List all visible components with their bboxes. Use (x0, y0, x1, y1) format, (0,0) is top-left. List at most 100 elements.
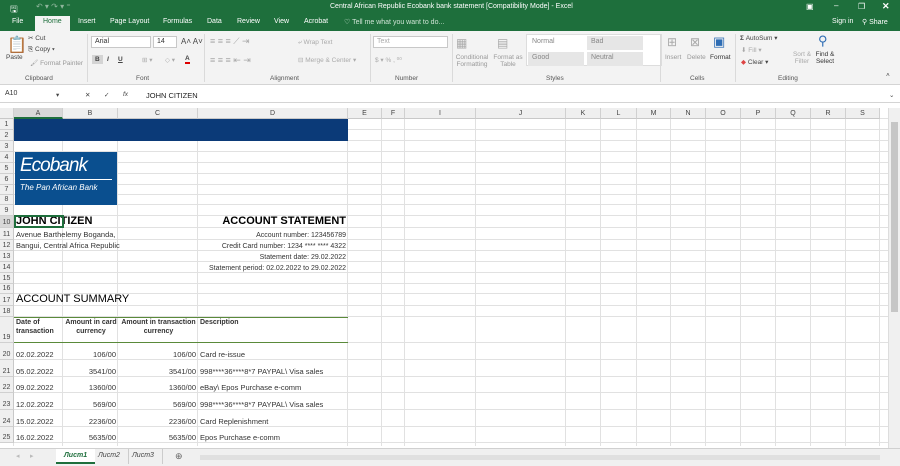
row-header-5[interactable]: 5 (0, 163, 14, 174)
row-header-11[interactable]: 11 (0, 228, 14, 240)
column-header-F[interactable]: F (382, 108, 405, 119)
add-sheet-button[interactable]: ⊕ (175, 451, 183, 462)
scrollbar-thumb[interactable] (891, 122, 898, 312)
row-header-8[interactable]: 8 (0, 195, 14, 205)
column-header-S[interactable]: S (846, 108, 880, 119)
column-header-Q[interactable]: Q (776, 108, 811, 119)
autosum-button[interactable]: Σ AutoSum ▾ (740, 34, 778, 42)
minimize-button[interactable]: – (834, 1, 838, 10)
sort-filter-button[interactable]: Sort & Filter (791, 51, 813, 65)
row-header-22[interactable]: 22 (0, 377, 14, 393)
fill-button[interactable]: ⬇ Fill ▾ (741, 46, 762, 54)
font-size-select[interactable]: 14 (153, 36, 177, 48)
sheet-scroll-right-icon[interactable]: ▸ (30, 452, 34, 460)
row-header-6[interactable]: 6 (0, 174, 14, 185)
column-header-C[interactable]: C (118, 108, 198, 119)
paste-icon[interactable]: 📋 (7, 35, 27, 55)
borders-icon[interactable]: ⊞ ▾ (142, 56, 153, 64)
row-header-17[interactable]: 17 (0, 294, 14, 306)
row-header-18[interactable]: 18 (0, 306, 14, 317)
row-header-13[interactable]: 13 (0, 251, 14, 262)
format-table-icon[interactable]: ▤ (497, 36, 508, 50)
align-top-icon[interactable]: ≡ ≡ ≡ ⟋ ⇥ (210, 36, 250, 47)
font-grow-icon[interactable]: A˄ A˅ (181, 37, 203, 46)
tab-view[interactable]: View (274, 18, 289, 25)
delete-cells-icon[interactable]: ⊠ (690, 35, 700, 49)
close-button[interactable]: ✕ (882, 1, 890, 12)
insert-cells-button[interactable]: Insert (665, 54, 681, 61)
tell-me-search[interactable]: ♡ Tell me what you want to do... (344, 18, 444, 26)
column-header-R[interactable]: R (811, 108, 846, 119)
enter-icon[interactable]: ✓ (104, 91, 109, 99)
currency-icon[interactable]: $ ▾ % , ⁰⁰ (375, 56, 402, 64)
column-header-P[interactable]: P (741, 108, 776, 119)
format-painter-button[interactable]: 🖌 Format Painter (30, 59, 83, 67)
column-header-L[interactable]: L (601, 108, 637, 119)
collapse-ribbon-icon[interactable]: ˄ (886, 72, 890, 79)
formula-input[interactable]: JOHN CITIZEN (146, 91, 198, 100)
conditional-formatting-button[interactable]: Conditional Formatting (454, 54, 490, 68)
column-header-N[interactable]: N (671, 108, 706, 119)
row-header-12[interactable]: 12 (0, 240, 14, 251)
name-box-dropdown-icon[interactable]: ▾ (56, 91, 59, 99)
find-select-button[interactable]: Find & Select (813, 51, 837, 65)
column-header-I[interactable]: I (405, 108, 476, 119)
horizontal-scrollbar[interactable] (200, 455, 880, 460)
column-header-B[interactable]: B (63, 108, 118, 119)
row-header-10[interactable]: 10 (0, 216, 14, 228)
column-header-K[interactable]: K (566, 108, 601, 119)
row-header-19[interactable]: 19 (0, 317, 14, 343)
row-header-23[interactable]: 23 (0, 393, 14, 410)
insert-cells-icon[interactable]: ⊞ (667, 35, 677, 49)
font-name-select[interactable]: Arial (91, 36, 151, 48)
merge-center-button[interactable]: ⊟ Merge & Center ▾ (298, 56, 356, 64)
conditional-formatting-icon[interactable]: ▦ (456, 36, 467, 50)
tab-review[interactable]: Review (237, 18, 260, 25)
tab-page-layout[interactable]: Page Layout (110, 18, 149, 25)
number-format-select[interactable]: Text (373, 36, 448, 48)
wrap-text-button[interactable]: ⤶ Wrap Text (298, 39, 332, 47)
underline-button[interactable]: U (118, 56, 123, 63)
cut-button[interactable]: ✂ Cut (28, 34, 45, 42)
italic-button[interactable]: I (107, 56, 109, 63)
column-header-A[interactable]: A (14, 108, 63, 119)
style-good[interactable]: Good (528, 52, 584, 66)
tab-acrobat[interactable]: Acrobat (304, 18, 328, 25)
row-header-3[interactable]: 3 (0, 141, 14, 152)
format-as-table-button[interactable]: Format as Table (493, 54, 523, 68)
row-header-20[interactable]: 20 (0, 343, 14, 360)
style-normal[interactable]: Normal (528, 36, 584, 50)
column-header-D[interactable]: D (198, 108, 348, 119)
vertical-scrollbar[interactable] (888, 108, 900, 448)
tab-insert[interactable]: Insert (78, 18, 96, 25)
row-header-7[interactable]: 7 (0, 185, 14, 195)
row-header-1[interactable]: 1 (0, 119, 14, 130)
sheet-tab-3[interactable]: Лист3 (124, 449, 163, 464)
restore-button[interactable]: ❐ (858, 2, 865, 11)
column-header-O[interactable]: O (706, 108, 741, 119)
row-header-9[interactable]: 9 (0, 205, 14, 216)
sheet-scroll-left-icon[interactable]: ◂ (16, 452, 20, 460)
style-neutral[interactable]: Neutral (587, 52, 643, 66)
tab-data[interactable]: Data (207, 18, 222, 25)
column-header-J[interactable]: J (476, 108, 566, 119)
sign-in-link[interactable]: Sign in (832, 18, 853, 25)
row-header-25[interactable]: 25 (0, 427, 14, 443)
selected-cell-A10[interactable] (14, 215, 64, 228)
copy-button[interactable]: ⎘ Copy ▾ (28, 46, 55, 54)
row-header-24[interactable]: 24 (0, 410, 14, 427)
format-cells-button[interactable]: Format (710, 54, 731, 61)
ribbon-display-icon[interactable]: ▣ (806, 2, 814, 11)
row-header-2[interactable]: 2 (0, 130, 14, 141)
find-icon[interactable]: ⚲ (818, 33, 828, 49)
row-header-15[interactable]: 15 (0, 273, 14, 284)
row-header-14[interactable]: 14 (0, 262, 14, 273)
worksheet-grid[interactable]: Ecobank The Pan African Bank A B C D E F I J K L M N O… (0, 108, 888, 446)
share-button[interactable]: ⚲ Share (862, 18, 888, 26)
row-header-21[interactable]: 21 (0, 360, 14, 377)
expand-formula-icon[interactable]: ⌄ (889, 91, 894, 99)
column-header-M[interactable]: M (637, 108, 671, 119)
tab-home[interactable]: Home (35, 16, 70, 31)
select-all-button[interactable] (0, 108, 14, 119)
column-header-E[interactable]: E (348, 108, 382, 119)
